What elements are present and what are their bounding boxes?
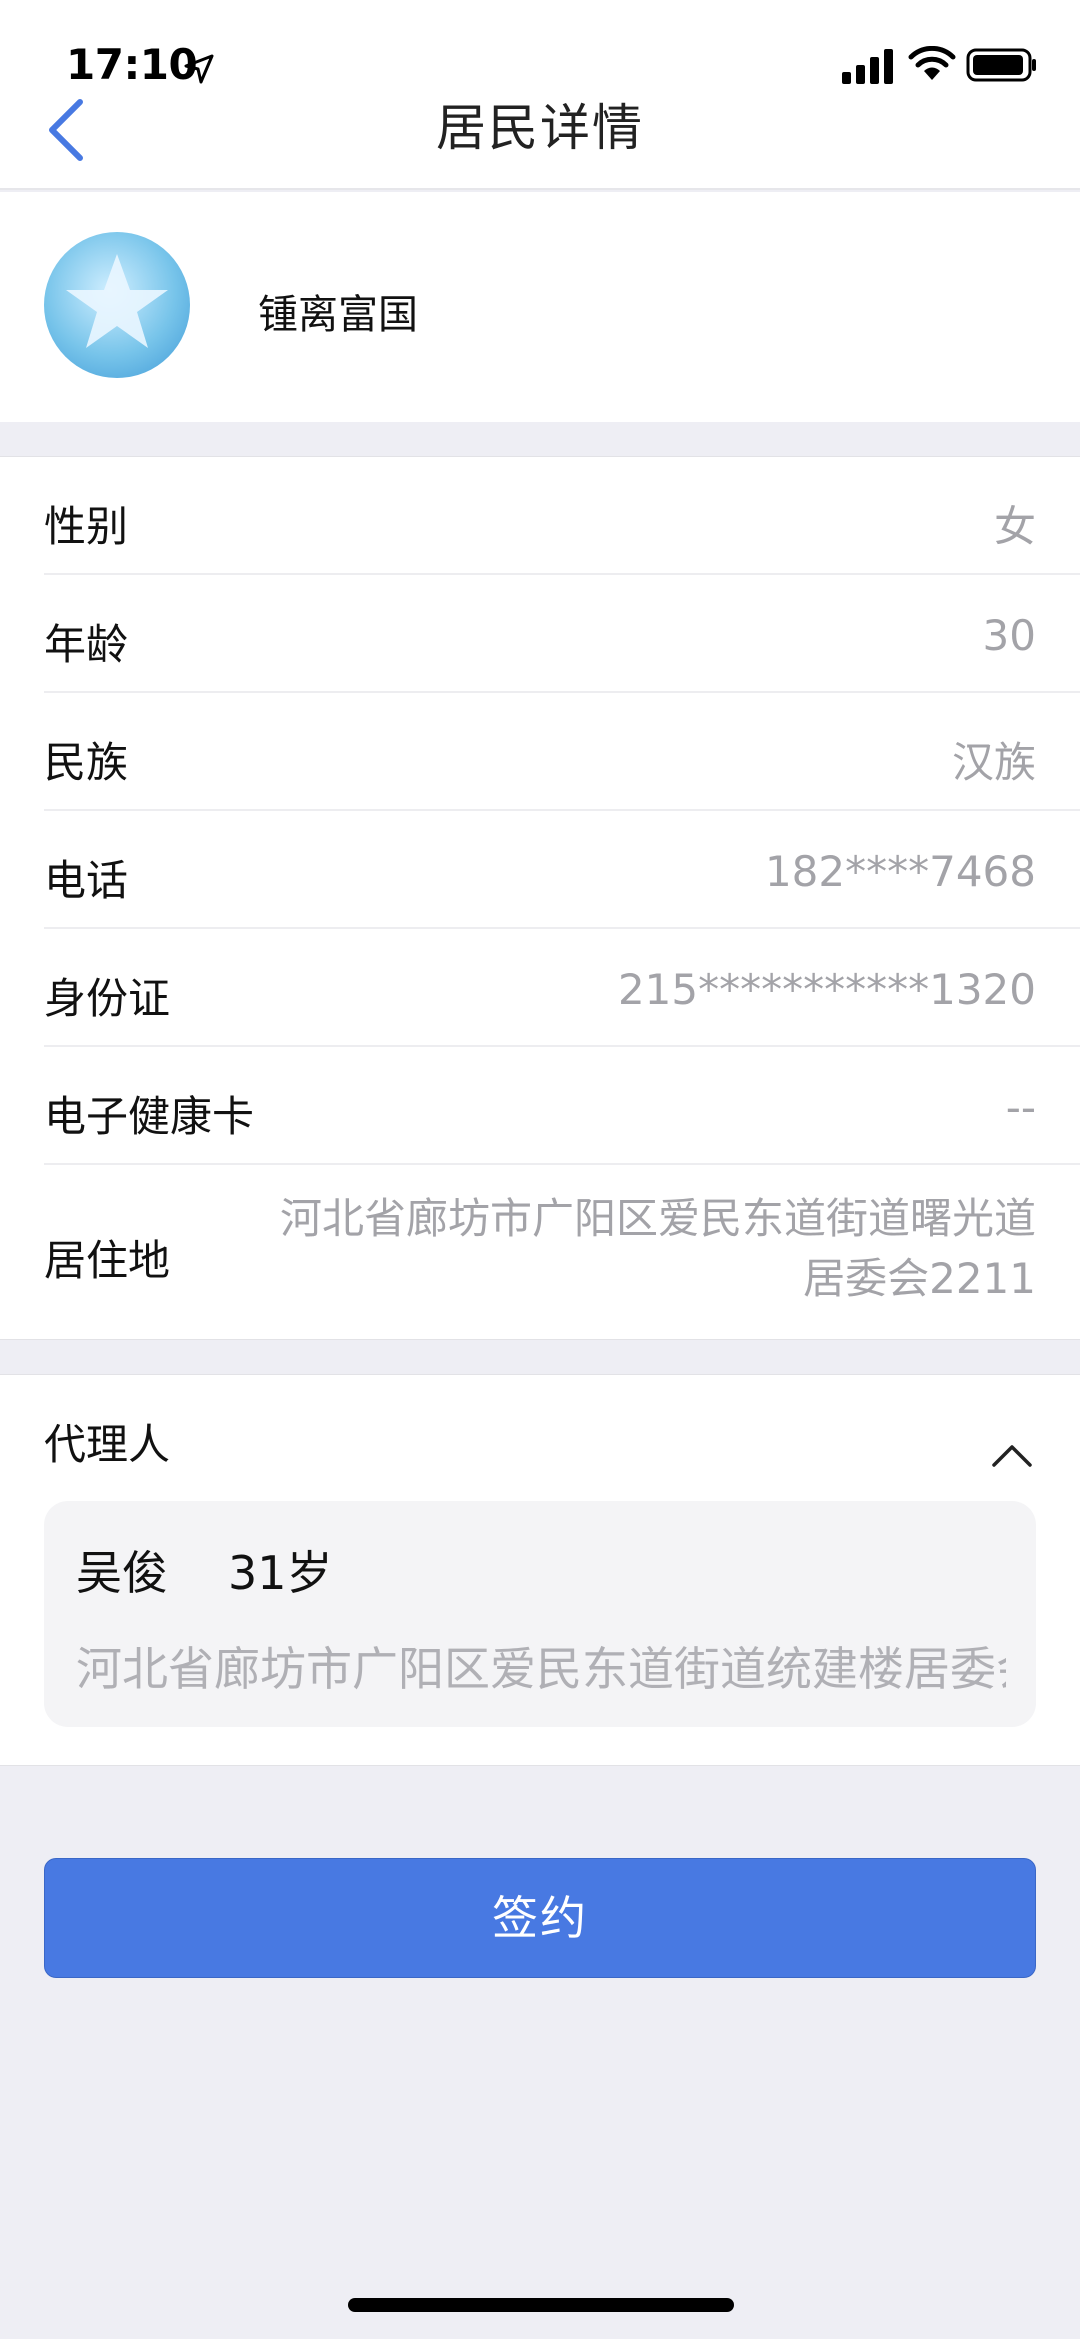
star-avatar-icon bbox=[66, 254, 168, 348]
chevron-up-icon[interactable] bbox=[990, 1441, 1034, 1469]
location-arrow-icon bbox=[184, 54, 214, 84]
home-indicator bbox=[348, 2298, 734, 2312]
info-value: 30 bbox=[982, 611, 1036, 660]
info-row-health-card: 电子健康卡 -- bbox=[44, 1047, 1080, 1165]
info-value: 182****7468 bbox=[764, 847, 1036, 896]
agent-address: 河北省廊坊市广阳区爱民东道街道统建楼居委会 bbox=[76, 1642, 1006, 1696]
resident-name: 锺离富国 bbox=[258, 292, 418, 338]
info-value: 汉族 bbox=[951, 738, 1036, 787]
info-row-phone: 电话 182****7468 bbox=[44, 811, 1080, 929]
info-label: 年龄 bbox=[44, 620, 129, 669]
resident-info-list: 性别 女 年龄 30 民族 汉族 电话 182****7468 身份证 215*… bbox=[0, 456, 1080, 1340]
info-label: 身份证 bbox=[44, 974, 171, 1023]
wifi-icon bbox=[908, 46, 956, 80]
profile-header: 锺离富国 bbox=[0, 192, 1080, 422]
info-value: 河北省廊坊市广阳区爱民东道街道曙光道居委会2211 bbox=[279, 1194, 1036, 1303]
avatar bbox=[44, 232, 190, 378]
cellular-signal-icon bbox=[842, 49, 893, 84]
info-label: 民族 bbox=[44, 738, 129, 787]
info-label: 居住地 bbox=[44, 1236, 171, 1285]
battery-icon bbox=[966, 48, 1036, 82]
agent-card[interactable]: 吴俊 31岁 河北省廊坊市广阳区爱民东道街道统建楼居委会 bbox=[44, 1501, 1036, 1727]
sign-button[interactable]: 签约 bbox=[44, 1858, 1036, 1978]
status-time: 17:10 bbox=[66, 40, 198, 89]
info-label: 性别 bbox=[44, 502, 129, 551]
info-row-id-card: 身份证 215***********1320 bbox=[44, 929, 1080, 1047]
info-label: 电话 bbox=[44, 856, 129, 905]
info-row-ethnicity: 民族 汉族 bbox=[44, 693, 1080, 811]
info-row-residence: 居住地 河北省廊坊市广阳区爱民东道街道曙光道居委会2211 bbox=[44, 1165, 1080, 1341]
agent-section-title: 代理人 bbox=[44, 1420, 171, 1469]
agent-name: 吴俊 bbox=[76, 1546, 168, 1600]
info-value: -- bbox=[1005, 1083, 1036, 1132]
page-title: 居民详情 bbox=[436, 99, 644, 157]
info-label: 电子健康卡 bbox=[44, 1092, 255, 1141]
navigation-bar: 17:10 居民详情 bbox=[0, 0, 1080, 190]
info-value: 女 bbox=[993, 502, 1036, 551]
agent-age: 31岁 bbox=[228, 1546, 333, 1600]
info-row-gender: 性别 女 bbox=[44, 457, 1080, 575]
agent-section: 代理人 吴俊 31岁 河北省廊坊市广阳区爱民东道街道统建楼居委会 bbox=[0, 1374, 1080, 1766]
info-value: 215***********1320 bbox=[617, 965, 1036, 1014]
info-row-age: 年龄 30 bbox=[44, 575, 1080, 693]
